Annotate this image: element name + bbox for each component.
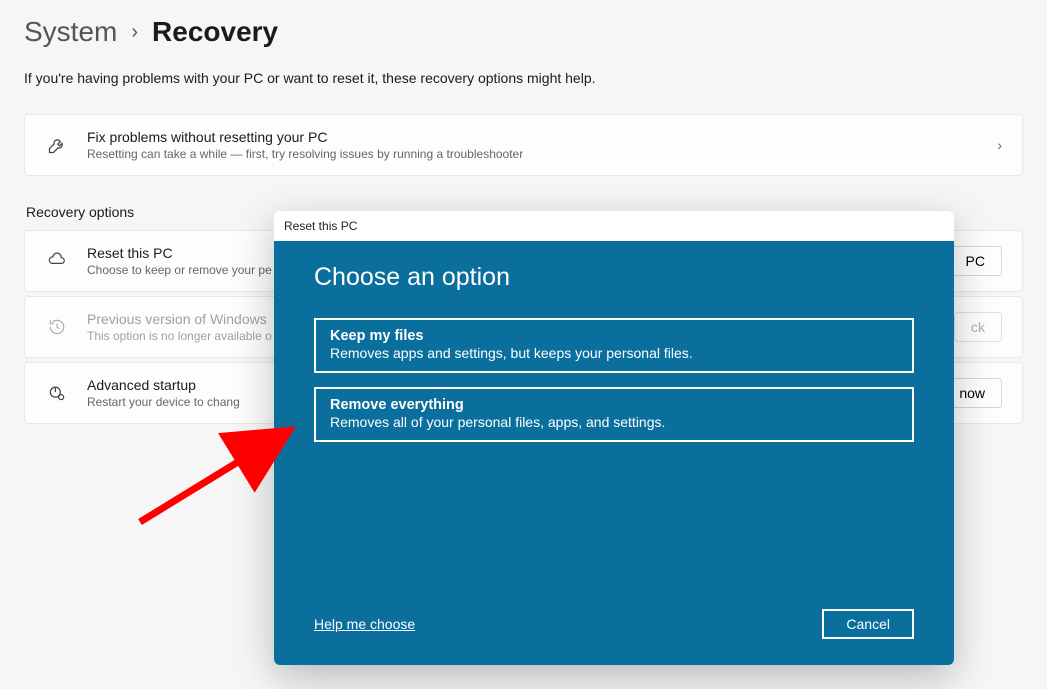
power-gear-icon: [45, 383, 69, 403]
fix-card-title: Fix problems without resetting your PC: [87, 129, 979, 145]
option-remove-everything[interactable]: Remove everything Removes all of your pe…: [314, 387, 914, 442]
history-icon: [45, 317, 69, 337]
chevron-right-icon: ›: [997, 137, 1002, 153]
breadcrumb: System › Recovery: [24, 16, 1023, 48]
help-me-choose-link[interactable]: Help me choose: [314, 616, 415, 632]
dialog-titlebar: Reset this PC: [274, 211, 954, 241]
reset-pc-dialog: Reset this PC Choose an option Keep my f…: [274, 211, 954, 665]
reset-pc-button[interactable]: PC: [949, 246, 1002, 276]
option-desc: Removes apps and settings, but keeps you…: [330, 345, 898, 361]
breadcrumb-parent[interactable]: System: [24, 16, 117, 48]
option-title: Keep my files: [330, 328, 898, 344]
option-title: Remove everything: [330, 397, 898, 413]
chevron-right-icon: ›: [131, 21, 138, 44]
go-back-button: ck: [954, 312, 1002, 342]
fix-problems-card[interactable]: Fix problems without resetting your PC R…: [24, 114, 1023, 176]
cancel-button[interactable]: Cancel: [822, 609, 914, 639]
breadcrumb-current: Recovery: [152, 16, 278, 48]
wrench-icon: [45, 135, 69, 155]
option-desc: Removes all of your personal files, apps…: [330, 414, 898, 430]
cloud-reset-icon: [45, 251, 69, 271]
option-keep-my-files[interactable]: Keep my files Removes apps and settings,…: [314, 318, 914, 373]
fix-card-desc: Resetting can take a while — first, try …: [87, 147, 979, 161]
page-subtitle: If you're having problems with your PC o…: [24, 70, 1023, 86]
dialog-heading: Choose an option: [314, 263, 914, 292]
